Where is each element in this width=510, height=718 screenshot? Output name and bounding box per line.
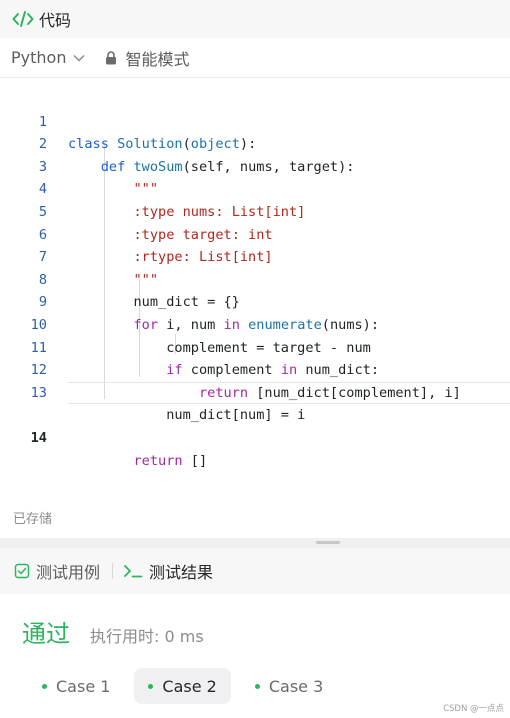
smart-mode[interactable]: 智能模式	[105, 46, 189, 70]
resize-handle[interactable]	[316, 541, 340, 544]
chevron-down-icon	[73, 54, 85, 62]
code-line: 8 num_dict = {}	[0, 246, 510, 311]
lock-icon	[105, 50, 117, 65]
pass-dot-icon	[148, 683, 154, 689]
pass-dot-icon	[42, 683, 47, 689]
saved-status: 已存储	[13, 512, 53, 527]
editor-toolbar: Python 智能模式	[0, 38, 510, 78]
panel-header: 代码	[0, 0, 510, 38]
case-label: Case 2	[162, 676, 217, 696]
tab-result-label: 测试结果	[149, 563, 214, 582]
tab-testcase[interactable]: 测试用例	[14, 559, 100, 583]
code-line-active: 14 return []	[0, 381, 510, 469]
case-tabs: Case 1 Case 2 Case 3	[28, 668, 337, 704]
tab-testcase-label: 测试用例	[36, 563, 101, 582]
checkbox-icon	[14, 563, 30, 579]
pass-dot-icon	[254, 683, 260, 689]
tab-separator	[112, 563, 114, 579]
line-number: 14	[30, 429, 47, 446]
code-text: num_dict[num] = i	[68, 407, 306, 424]
mode-label: 智能模式	[125, 49, 190, 69]
watermark: CSDN @一点点	[443, 704, 504, 714]
result-status: 通过 执行用时: 0 ms	[22, 614, 204, 649]
panel-title: 代码	[39, 11, 72, 30]
code-line: 11 if complement in num_dict:	[0, 314, 510, 379]
code-line: 2 def twoSum(self, nums, target):	[0, 111, 510, 175]
code-area[interactable]: 1 class Solution(object): 2 def twoSum(s…	[0, 86, 510, 469]
case-label: Case 3	[268, 676, 324, 696]
case-3-button[interactable]: Case 3	[241, 668, 337, 704]
code-line: 1 class Solution(object):	[0, 88, 510, 153]
code-line: 6 :rtype: List[int]	[0, 201, 510, 266]
case-1-button[interactable]: Case 1	[28, 668, 124, 704]
active-line-highlight	[68, 381, 510, 405]
runtime-text: 执行用时: 0 ms	[90, 627, 204, 646]
tab-result[interactable]: 测试结果	[123, 559, 213, 583]
status-text: 通过	[22, 620, 70, 648]
code-icon	[12, 9, 34, 29]
code-line: 9 for i, num in enumerate(nums):	[0, 269, 510, 333]
case-label: Case 1	[56, 676, 111, 696]
code-line: 5 :type target: int	[0, 178, 510, 243]
panel-divider[interactable]	[0, 538, 510, 548]
terminal-icon	[123, 563, 143, 579]
code-line: 13 num_dict[num] = i	[0, 359, 510, 424]
code-editor-panel: 代码 Python 智能模式 1 class Solution(object):	[0, 0, 510, 538]
result-panel: 测试用例 测试结果 通过 执行用时: 0 ms Case 1 Case 2 Ca…	[0, 548, 510, 718]
code-line: 4 :type nums: List[int]	[0, 156, 510, 220]
code-line: 12 return [num_dict[complement], i]	[0, 337, 510, 401]
code-line: 3 """	[0, 133, 510, 198]
code-text: return []	[133, 452, 208, 469]
language-label: Python	[11, 48, 67, 67]
code-line: 10 complement = target - num	[0, 291, 510, 356]
case-2-button[interactable]: Case 2	[134, 668, 231, 704]
language-select[interactable]: Python	[11, 48, 85, 67]
code-line: 7 """	[0, 224, 510, 288]
result-tabbar: 测试用例 测试结果	[0, 548, 510, 594]
